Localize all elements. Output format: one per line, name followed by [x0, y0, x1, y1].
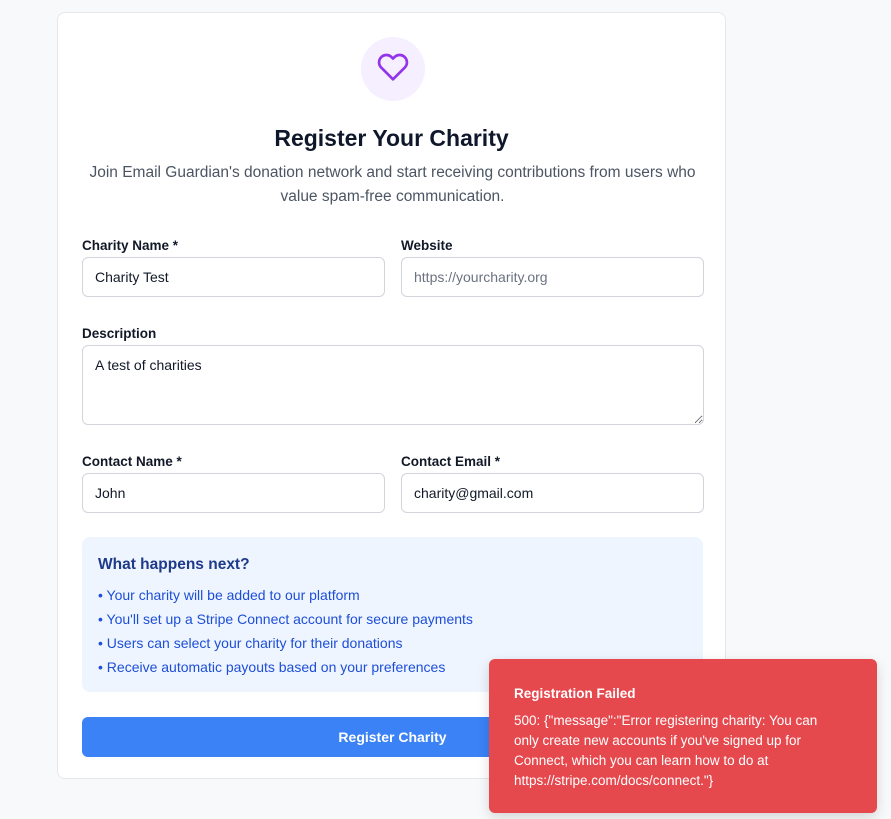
description-textarea[interactable]: A test of charities [82, 345, 704, 425]
next-steps-item: • You'll set up a Stripe Connect account… [98, 611, 473, 627]
charity-name-label: Charity Name * [82, 238, 179, 253]
contact-email-label: Contact Email * [401, 454, 501, 469]
next-steps-item: • Users can select your charity for thei… [98, 635, 403, 651]
contact-name-label: Contact Name * [82, 454, 182, 469]
website-input[interactable] [401, 257, 704, 297]
toast-message: 500: {"message":"Error registering chari… [514, 713, 818, 788]
heart-icon [377, 51, 409, 88]
description-label: Description [82, 326, 157, 341]
website-label: Website [401, 238, 453, 253]
page-subtitle: Join Email Guardian's donation network a… [89, 164, 696, 205]
next-steps-item: • Your charity will be added to our plat… [98, 587, 360, 603]
next-steps-title: What happens next? [98, 556, 250, 573]
charity-name-input[interactable] [82, 257, 385, 297]
heart-icon-badge [361, 37, 425, 101]
contact-email-input[interactable] [401, 473, 704, 513]
toast-title: Registration Failed [514, 686, 636, 701]
contact-name-input[interactable] [82, 473, 385, 513]
page-title: Register Your Charity [274, 125, 509, 151]
error-toast[interactable]: Registration Failed 500: {"message":"Err… [489, 659, 877, 813]
